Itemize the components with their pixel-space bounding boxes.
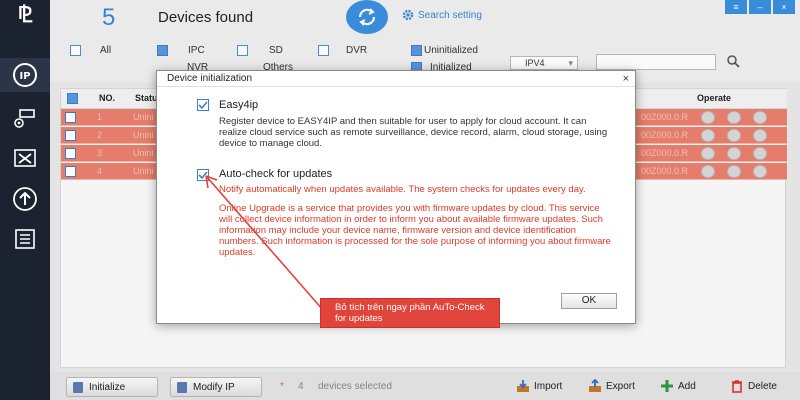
sidebar-item-tools[interactable]: [8, 142, 42, 176]
dialog-title: Device initialization ×: [157, 71, 635, 87]
sidebar-item-ip-search[interactable]: IP: [0, 58, 50, 92]
sidebar-item-log[interactable]: [8, 222, 42, 256]
dialog-close-button[interactable]: ×: [623, 72, 629, 86]
sidebar-item-device-config[interactable]: [8, 100, 42, 134]
app-logo: ⅊: [17, 2, 33, 28]
sidebar: ⅊ IP: [0, 0, 50, 400]
ok-button[interactable]: OK: [561, 293, 617, 309]
easy4ip-title: Easy4ip: [219, 99, 259, 111]
easy4ip-description: Register device to EASY4IP and then suit…: [219, 116, 608, 149]
annotation-arrow: [205, 175, 331, 319]
document-icon: [15, 229, 35, 249]
easy4ip-checkbox[interactable]: [197, 99, 209, 111]
svg-text:IP: IP: [19, 71, 30, 82]
checkmark-icon: [198, 101, 208, 110]
camera-gear-icon: [14, 109, 35, 128]
dialog-title-text: Device initialization: [167, 73, 253, 84]
tools-icon: [14, 149, 36, 167]
upgrade-icon: [13, 187, 37, 211]
sidebar-item-upgrade[interactable]: [8, 182, 42, 216]
ip-search-icon: IP: [13, 63, 37, 87]
annotation-callout: Bỏ tích trên ngay phần AuTo-Check for up…: [320, 298, 500, 328]
